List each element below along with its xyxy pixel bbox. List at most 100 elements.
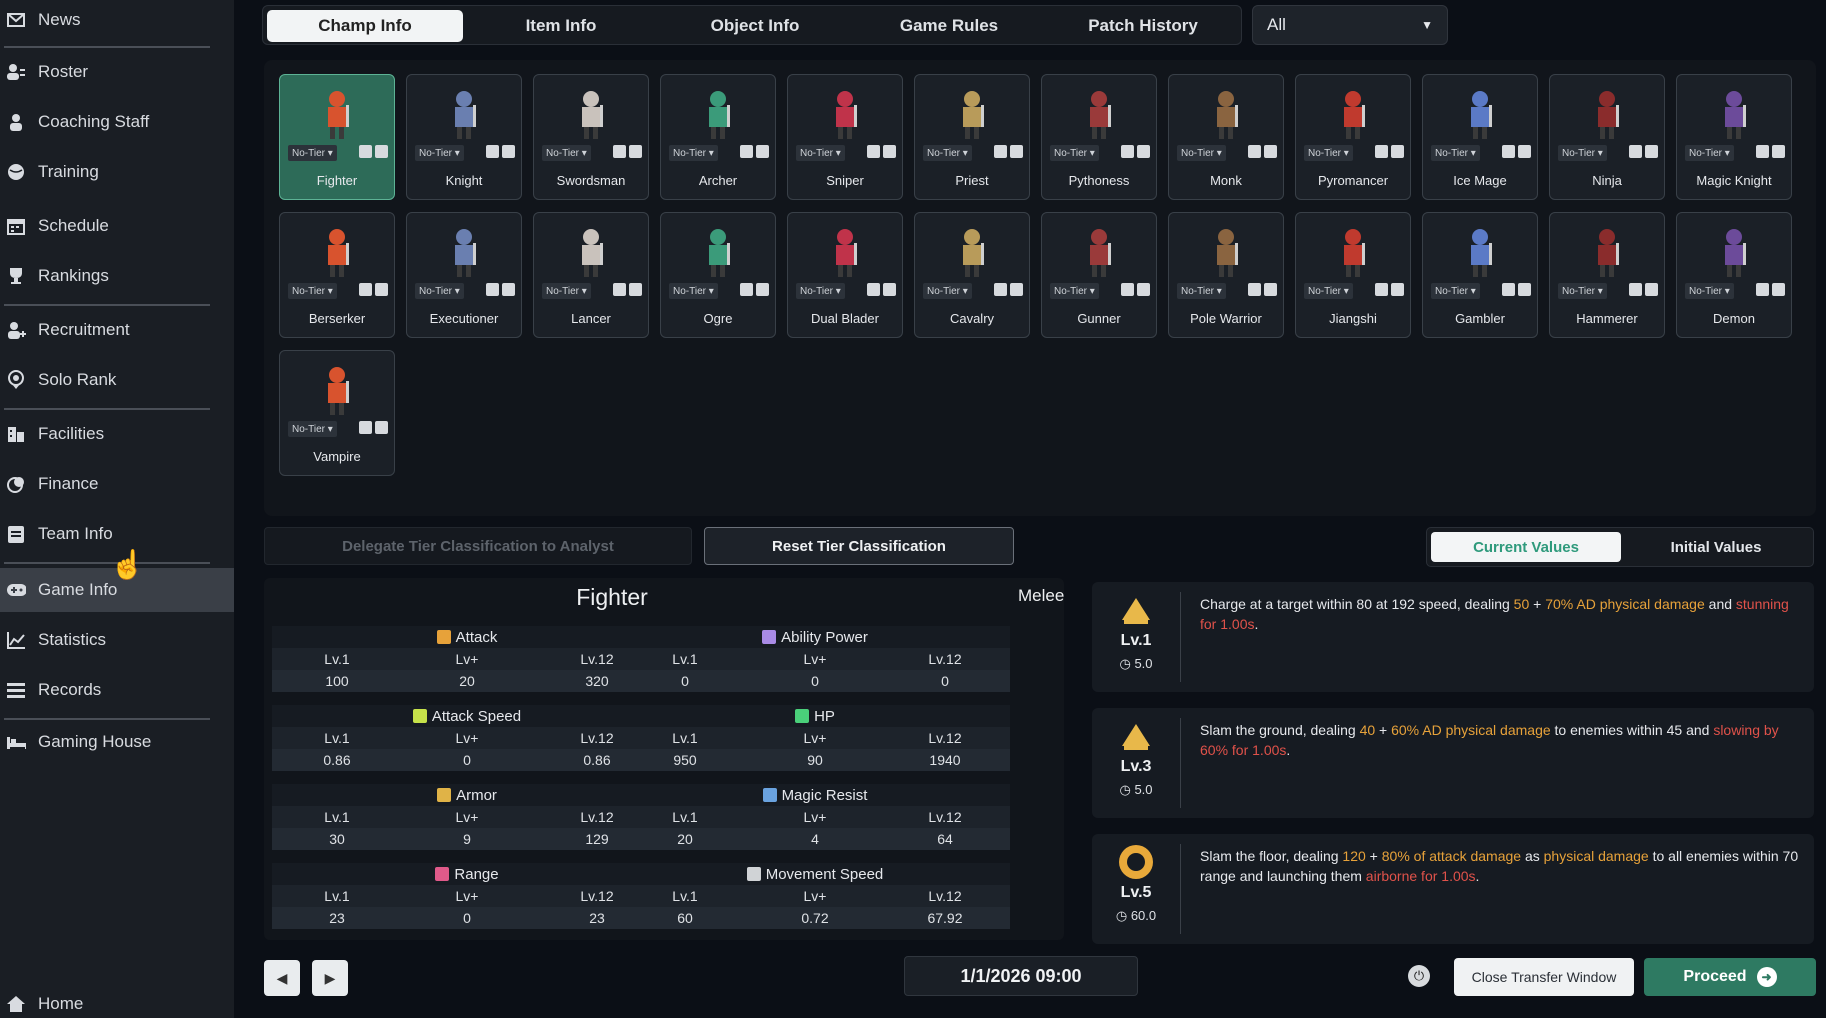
tier-select[interactable]: No-Tier ▾ — [796, 145, 845, 161]
power-icon[interactable]: ⏻ — [1408, 965, 1430, 987]
sidebar-item-coaching-staff[interactable]: Coaching Staff — [0, 102, 234, 142]
tier-select[interactable]: No-Tier ▾ — [1177, 145, 1226, 161]
tier-select[interactable]: No-Tier ▾ — [796, 283, 845, 299]
sidebar-item-schedule[interactable]: Schedule — [0, 206, 234, 246]
tab-champ-info[interactable]: Champ Info — [267, 10, 463, 42]
sidebar-item-recruitment[interactable]: Recruitment — [0, 310, 234, 350]
initial-values-button[interactable]: Initial Values — [1621, 532, 1811, 562]
champion-card-berserker[interactable]: No-Tier ▾ Berserker — [279, 212, 395, 338]
delegate-tier-button[interactable]: Delegate Tier Classification to Analyst — [264, 527, 692, 565]
tier-select[interactable]: No-Tier ▾ — [288, 421, 337, 437]
sidebar-item-roster[interactable]: Roster — [0, 52, 234, 92]
champion-card-demon[interactable]: No-Tier ▾ Demon — [1676, 212, 1792, 338]
tier-select[interactable]: No-Tier ▾ — [1431, 283, 1480, 299]
tier-select[interactable]: No-Tier ▾ — [542, 283, 591, 299]
role-tags — [1121, 145, 1150, 158]
stat-icon — [437, 788, 452, 802]
tier-select[interactable]: No-Tier ▾ — [288, 283, 337, 299]
champion-card-pythoness[interactable]: No-Tier ▾ Pythoness — [1041, 74, 1157, 200]
prev-page-button[interactable]: ◀ — [264, 960, 300, 996]
tier-select[interactable]: No-Tier ▾ — [669, 145, 718, 161]
person-add-icon — [6, 320, 26, 340]
champion-card-priest[interactable]: No-Tier ▾ Priest — [914, 74, 1030, 200]
tier-select[interactable]: No-Tier ▾ — [923, 145, 972, 161]
tier-select[interactable]: No-Tier ▾ — [669, 283, 718, 299]
tab-item-info[interactable]: Item Info — [463, 10, 659, 42]
tier-select[interactable]: No-Tier ▾ — [288, 145, 337, 161]
champion-card-dual-blader[interactable]: No-Tier ▾ Dual Blader — [787, 212, 903, 338]
champion-card-archer[interactable]: No-Tier ▾ Archer — [660, 74, 776, 200]
tier-select[interactable]: No-Tier ▾ — [1050, 283, 1099, 299]
tier-select[interactable]: No-Tier ▾ — [1685, 145, 1734, 161]
stat-col-headers: Lv.1 Lv+ Lv.12 — [620, 806, 1010, 828]
calendar-icon — [6, 216, 26, 236]
next-page-button[interactable]: ▶ — [312, 960, 348, 996]
champion-card-swordsman[interactable]: No-Tier ▾ Swordsman — [533, 74, 649, 200]
sidebar-item-records[interactable]: Records — [0, 670, 234, 710]
champion-card-lancer[interactable]: No-Tier ▾ Lancer — [533, 212, 649, 338]
sidebar-item-news[interactable]: News — [0, 0, 234, 40]
role-icon — [486, 283, 499, 296]
champion-card-hammerer[interactable]: No-Tier ▾ Hammerer — [1549, 212, 1665, 338]
skill-card: Lv.1 ◷ 5.0 Charge at a target within 80 at… — [1092, 582, 1814, 692]
sidebar-item-finance[interactable]: Finance — [0, 464, 234, 504]
tier-select[interactable]: No-Tier ▾ — [1558, 283, 1607, 299]
champion-card-executioner[interactable]: No-Tier ▾ Executioner — [406, 212, 522, 338]
role-tags — [994, 145, 1023, 158]
champion-card-magic-knight[interactable]: No-Tier ▾ Magic Knight — [1676, 74, 1792, 200]
tier-select[interactable]: No-Tier ▾ — [415, 145, 464, 161]
globe-icon — [6, 162, 26, 182]
close-transfer-window-button[interactable]: Close Transfer Window — [1454, 958, 1634, 996]
skill-level: Lv.5 — [1120, 884, 1152, 901]
sidebar-item-label: Facilities — [38, 424, 105, 443]
champion-card-pyromancer[interactable]: No-Tier ▾ Pyromancer — [1295, 74, 1411, 200]
role-icon — [883, 145, 896, 158]
champion-card-label: Cavalry — [949, 311, 995, 326]
tier-select[interactable]: No-Tier ▾ — [1304, 145, 1353, 161]
tier-select[interactable]: No-Tier ▾ — [1177, 283, 1226, 299]
tier-select[interactable]: No-Tier ▾ — [1685, 283, 1734, 299]
champion-name: Fighter — [576, 584, 648, 610]
champion-card-vampire[interactable]: No-Tier ▾ Vampire — [279, 350, 395, 476]
reset-tier-button[interactable]: Reset Tier Classification — [704, 527, 1014, 565]
filter-dropdown[interactable]: All ▼ — [1252, 5, 1448, 45]
tier-select[interactable]: No-Tier ▾ — [1431, 145, 1480, 161]
role-icon — [359, 283, 372, 296]
tab-object-info[interactable]: Object Info — [657, 10, 853, 42]
role-icon — [1502, 283, 1515, 296]
tier-select[interactable]: No-Tier ▾ — [415, 283, 464, 299]
sidebar-item-gaming-house[interactable]: Gaming House — [0, 722, 234, 762]
champion-card-gunner[interactable]: No-Tier ▾ Gunner — [1041, 212, 1157, 338]
champion-card-sniper[interactable]: No-Tier ▾ Sniper — [787, 74, 903, 200]
sidebar-item-facilities[interactable]: Facilities — [0, 414, 234, 454]
champion-card-knight[interactable]: No-Tier ▾ Knight — [406, 74, 522, 200]
stat-values: 100 20 320 — [272, 670, 662, 692]
sidebar-item-statistics[interactable]: Statistics — [0, 620, 234, 660]
tier-select[interactable]: No-Tier ▾ — [1050, 145, 1099, 161]
sidebar-item-solo-rank[interactable]: Solo Rank — [0, 360, 234, 400]
tier-select[interactable]: No-Tier ▾ — [1558, 145, 1607, 161]
current-values-button[interactable]: Current Values — [1431, 532, 1621, 562]
proceed-button[interactable]: Proceed ➜ — [1644, 958, 1816, 996]
role-icon — [629, 283, 642, 296]
role-tags — [613, 145, 642, 158]
tier-select[interactable]: No-Tier ▾ — [1304, 283, 1353, 299]
sidebar-item-rankings[interactable]: Rankings — [0, 256, 234, 296]
champion-card-gambler[interactable]: No-Tier ▾ Gambler — [1422, 212, 1538, 338]
values-toggle: Current Values Initial Values — [1426, 527, 1814, 567]
tier-select[interactable]: No-Tier ▾ — [542, 145, 591, 161]
sidebar-item-training[interactable]: Training — [0, 152, 234, 192]
champion-sprite — [963, 229, 984, 277]
sidebar-item-home[interactable]: Home — [0, 984, 234, 1018]
tab-patch-history[interactable]: Patch History — [1045, 10, 1241, 42]
champion-card-monk[interactable]: No-Tier ▾ Monk — [1168, 74, 1284, 200]
tier-select[interactable]: No-Tier ▾ — [923, 283, 972, 299]
champion-card-fighter[interactable]: No-Tier ▾ Fighter — [279, 74, 395, 200]
tab-game-rules[interactable]: Game Rules — [851, 10, 1047, 42]
champion-card-jiangshi[interactable]: No-Tier ▾ Jiangshi — [1295, 212, 1411, 338]
champion-card-ice-mage[interactable]: No-Tier ▾ Ice Mage — [1422, 74, 1538, 200]
champion-card-cavalry[interactable]: No-Tier ▾ Cavalry — [914, 212, 1030, 338]
champion-card-ogre[interactable]: No-Tier ▾ Ogre — [660, 212, 776, 338]
champion-card-ninja[interactable]: No-Tier ▾ Ninja — [1549, 74, 1665, 200]
champion-card-pole-warrior[interactable]: No-Tier ▾ Pole Warrior — [1168, 212, 1284, 338]
